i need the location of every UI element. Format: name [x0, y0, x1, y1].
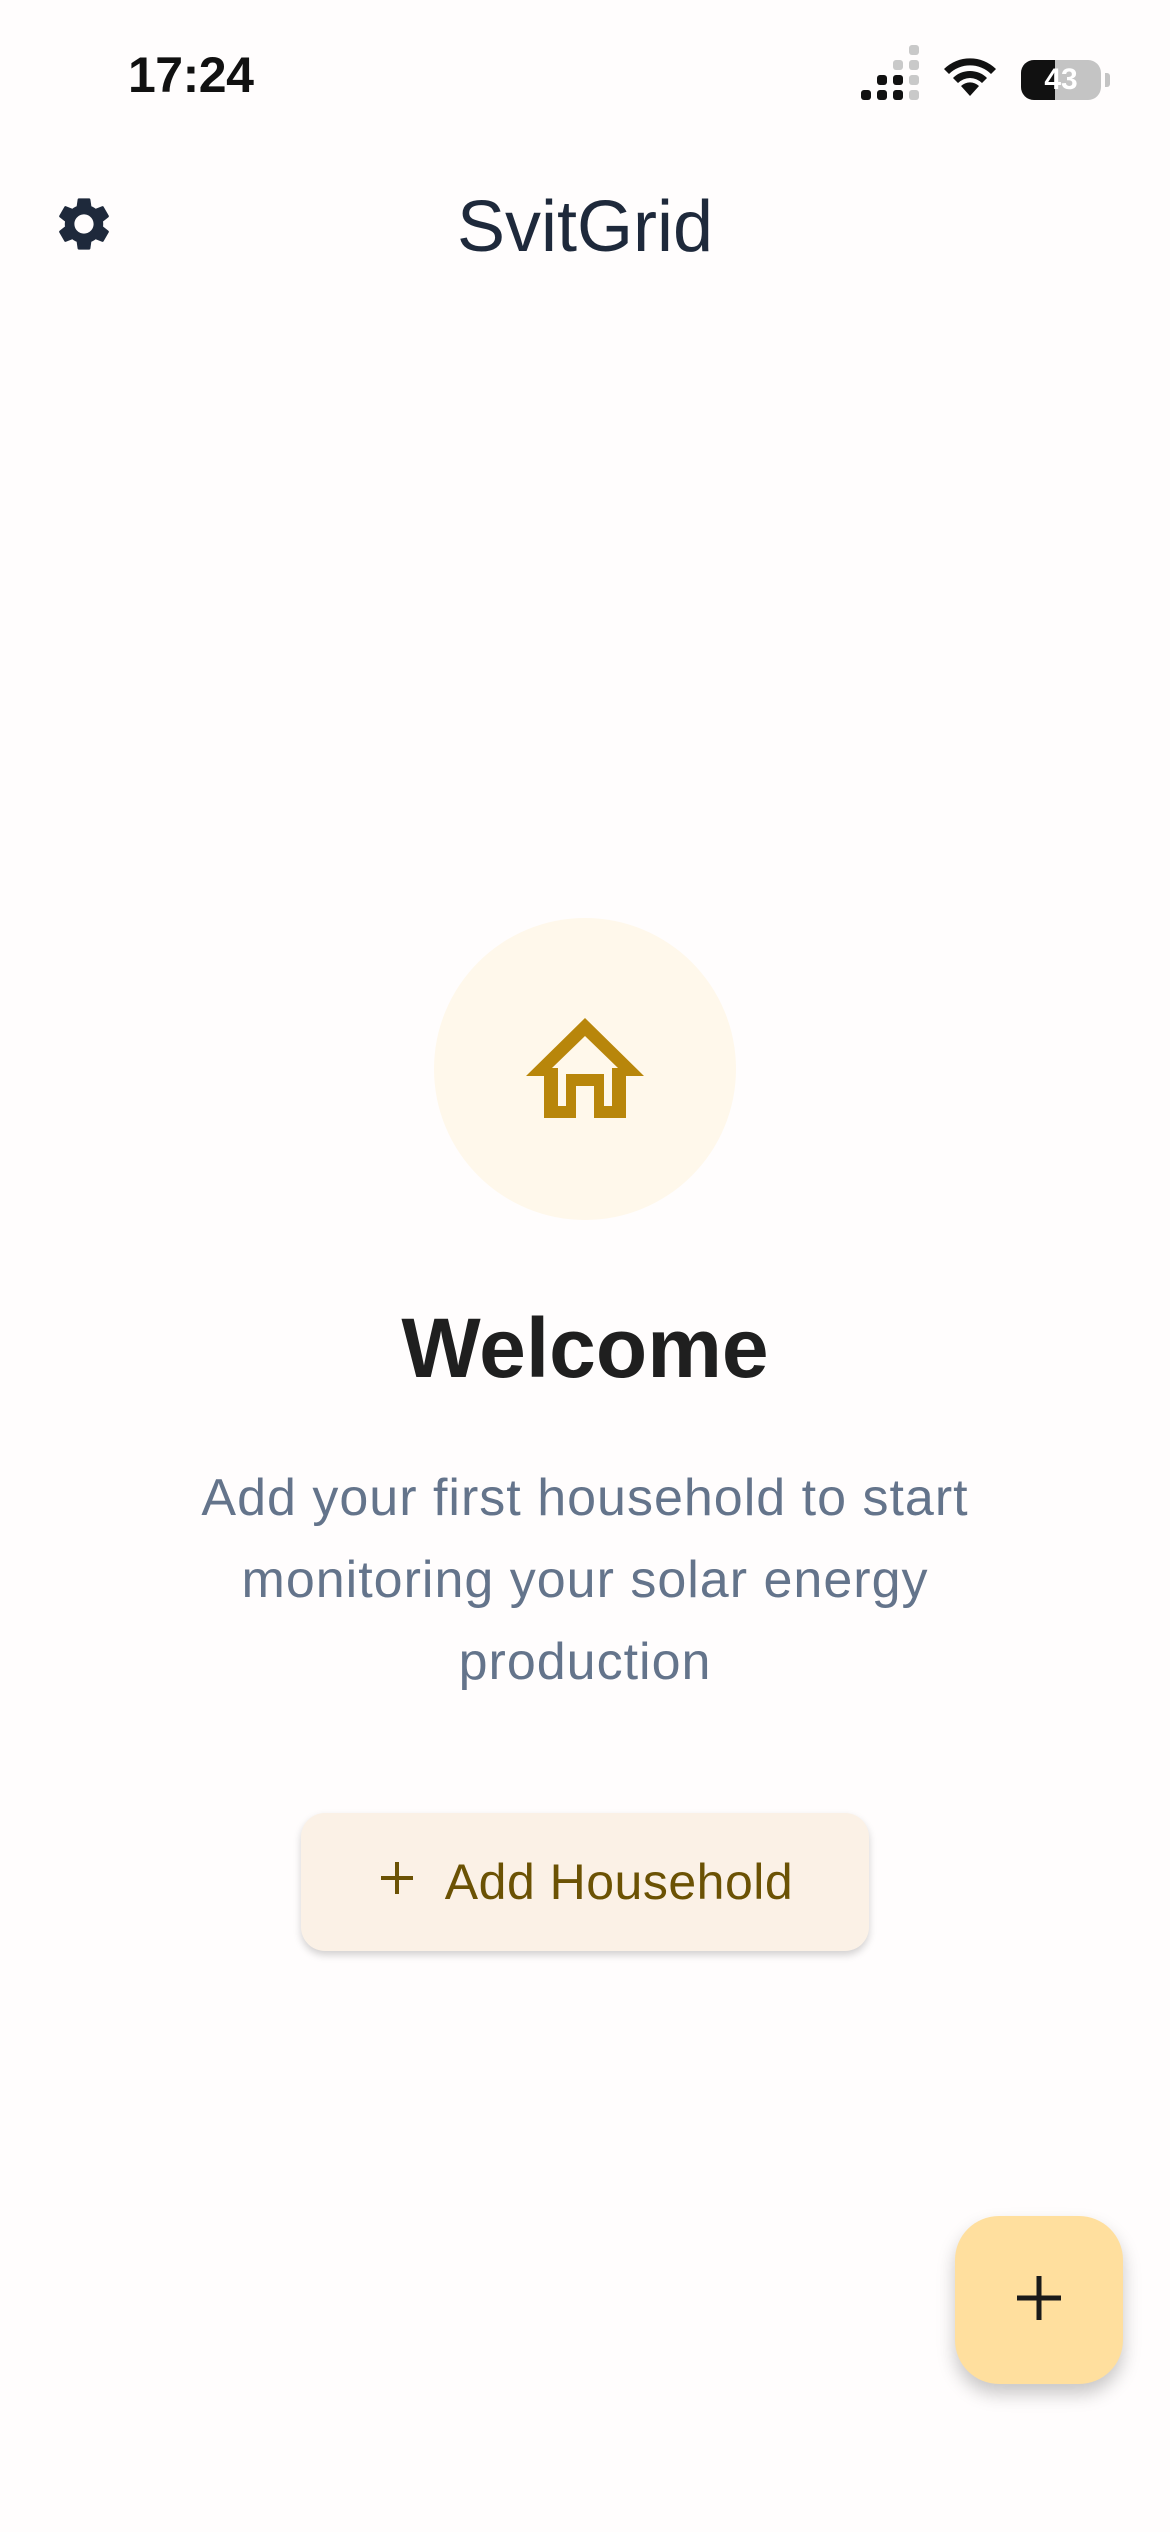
status-bar: 17:24 43: [0, 0, 1170, 150]
home-icon-circle: [434, 918, 736, 1220]
app-header: SvitGrid: [0, 150, 1170, 310]
status-icons: 43: [861, 44, 1110, 103]
wifi-icon: [941, 56, 999, 103]
battery-level: 43: [1044, 62, 1078, 96]
plus-icon: [1015, 2274, 1063, 2327]
add-household-button[interactable]: Add Household: [301, 1813, 869, 1951]
battery-icon: 43: [1021, 59, 1101, 100]
battery-tip: [1105, 72, 1110, 87]
add-household-label: Add Household: [444, 1854, 794, 1910]
app-title: SvitGrid: [456, 187, 714, 267]
empty-state: Welcome Add your first household to star…: [0, 918, 1170, 1951]
cellular-signal-icon: [861, 44, 919, 100]
home-icon: [520, 1012, 650, 1127]
welcome-description: Add your first household to start monito…: [201, 1469, 969, 1691]
plus-icon: [377, 1850, 417, 1908]
status-time: 17:24: [128, 47, 254, 103]
add-fab-button[interactable]: [955, 2216, 1123, 2384]
welcome-title: Welcome: [401, 1301, 769, 1395]
app-screen: 17:24 43 SvitGrid Welcome Add your first…: [0, 0, 1170, 2532]
